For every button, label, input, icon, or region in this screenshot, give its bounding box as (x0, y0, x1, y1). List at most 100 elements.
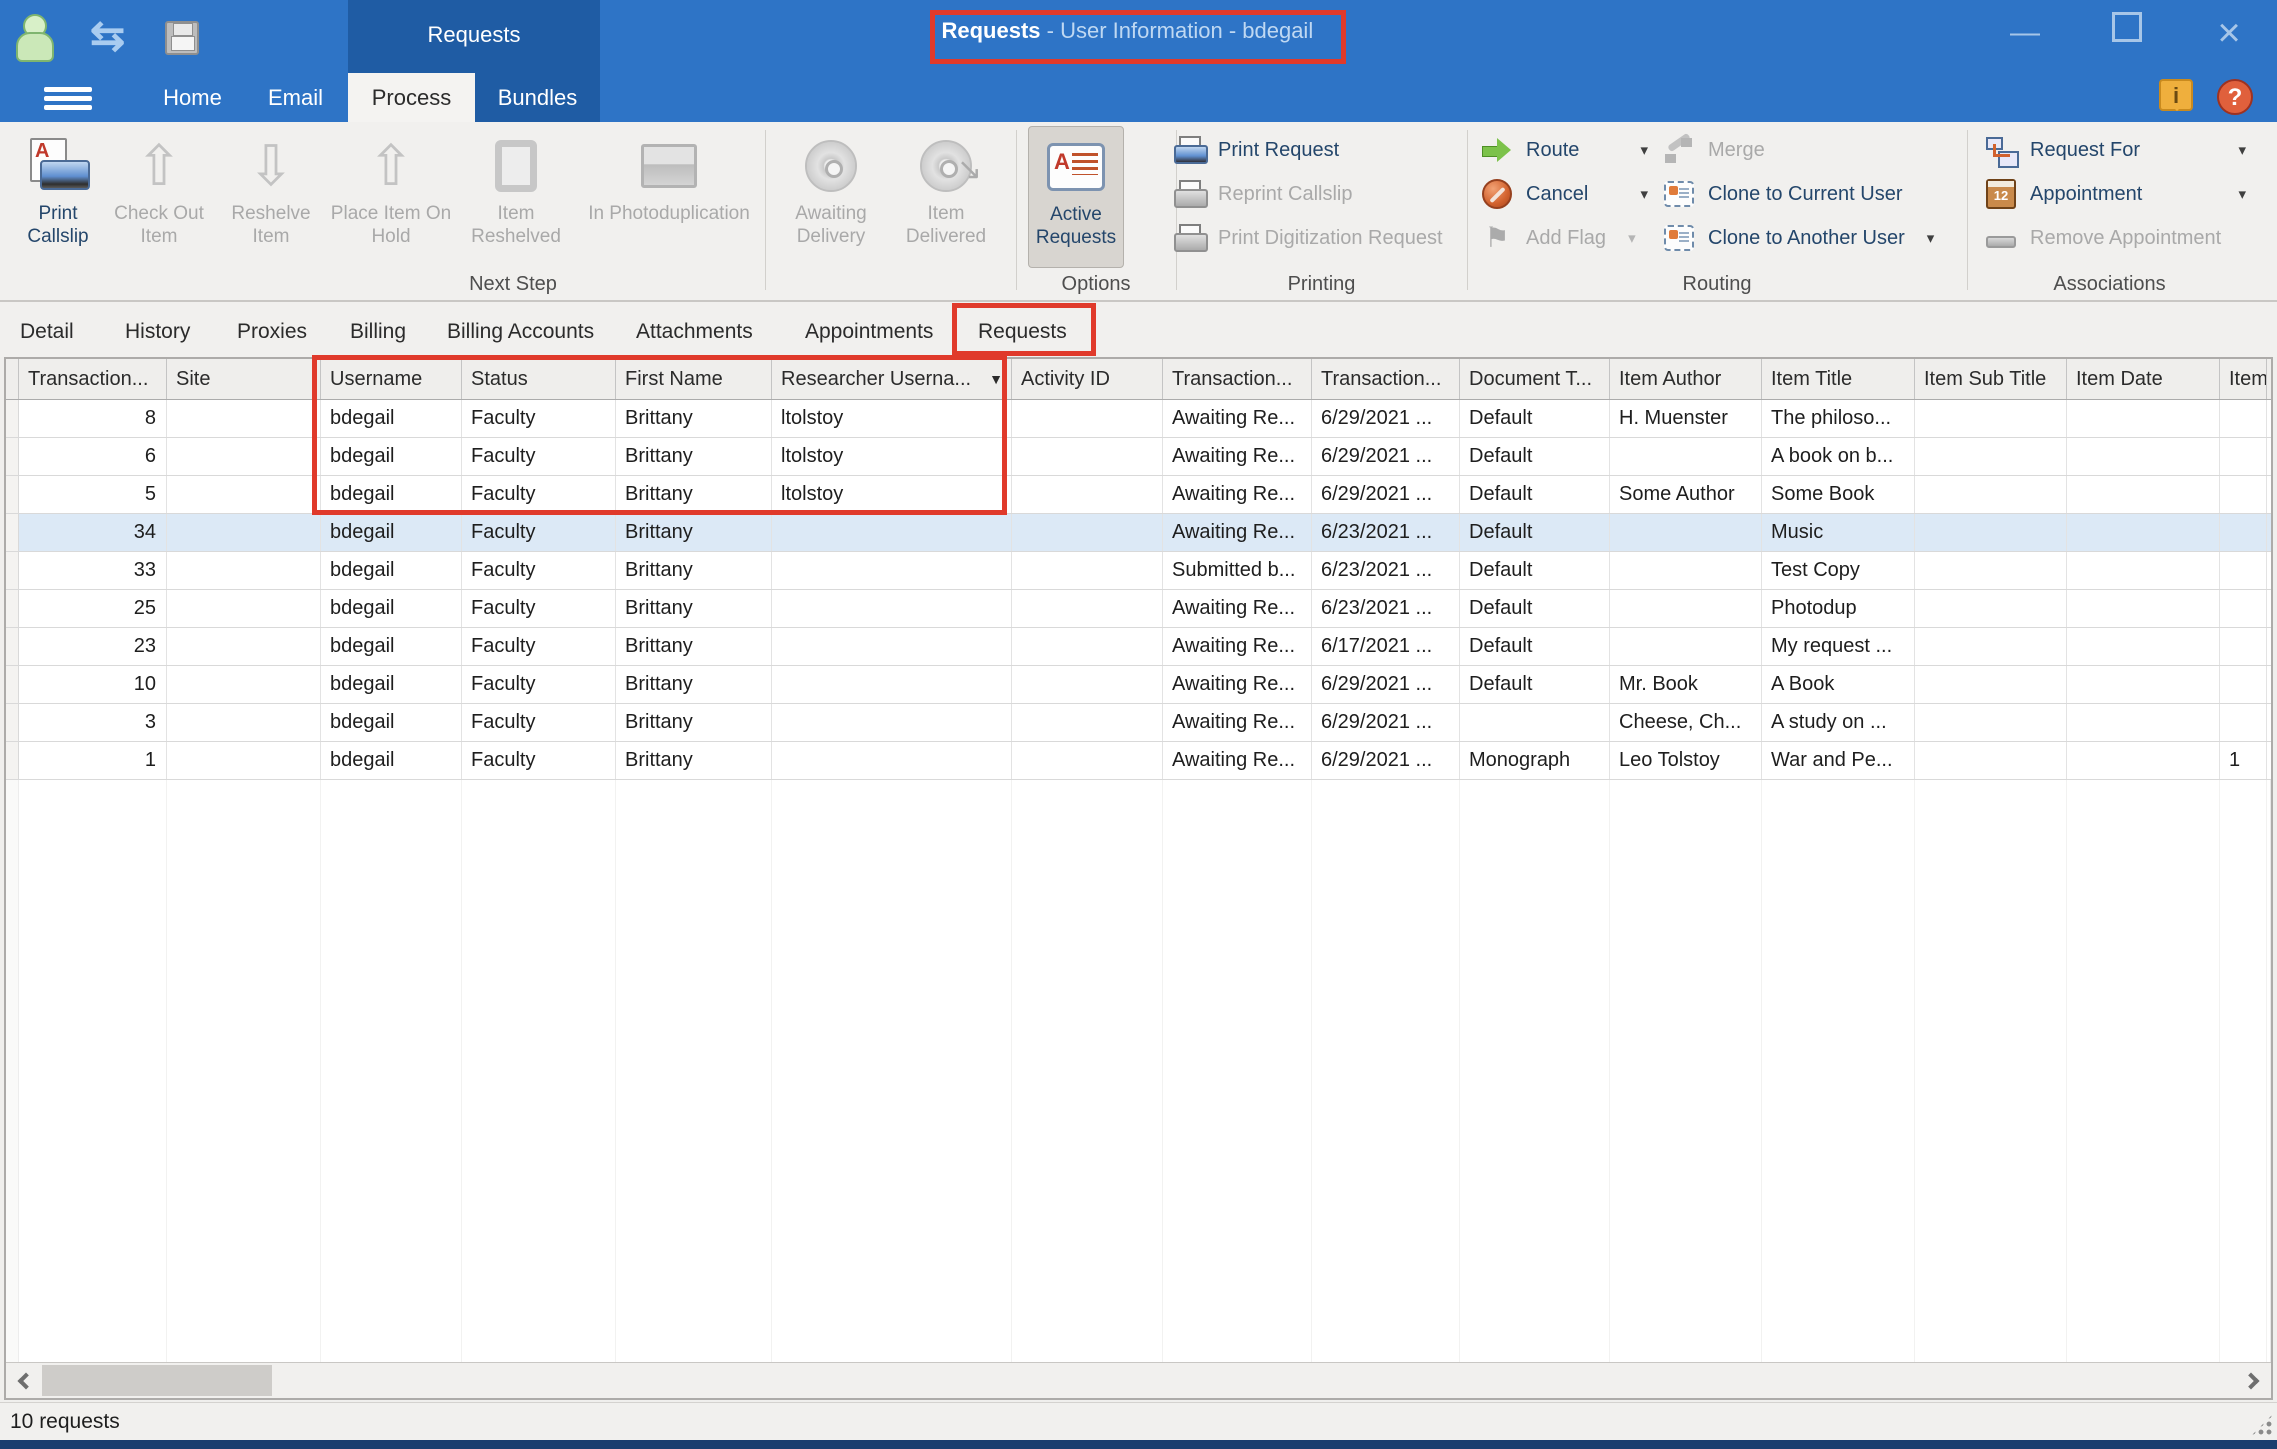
grid-column-header-document-t[interactable]: Document T... (1460, 359, 1610, 399)
grid-column-header-activity-id[interactable]: Activity ID (1012, 359, 1163, 399)
table-cell: 6/23/2021 ... (1312, 552, 1460, 589)
cancel-button[interactable]: Cancel▾ (1480, 172, 1648, 216)
request-for-button[interactable]: Request For▾ (1984, 128, 2246, 172)
minimize-button[interactable]: — (2005, 13, 2045, 53)
horizontal-scrollbar[interactable] (6, 1362, 2271, 1398)
ribbon-tab-bundles[interactable]: Bundles (475, 73, 600, 122)
detail-tab-billing-accounts[interactable]: Billing Accounts (447, 310, 594, 354)
grid-empty-column (321, 780, 462, 1362)
grid-column-header-first-name[interactable]: First Name (616, 359, 772, 399)
table-row[interactable]: 6bdegailFacultyBrittanyltolstoyAwaiting … (6, 438, 2271, 476)
table-cell (1012, 590, 1163, 627)
table-row[interactable]: 5bdegailFacultyBrittanyltolstoyAwaiting … (6, 476, 2271, 514)
window-title-rest: - User Information - bdegail (1041, 18, 1314, 43)
detail-tab-billing[interactable]: Billing (350, 310, 406, 354)
table-cell: Brittany (616, 552, 772, 589)
table-cell: Monograph (1460, 742, 1610, 779)
ribbon-tab-row: HomeEmailProcessBundles i ? (0, 73, 2277, 122)
clone-to-current-user-button[interactable]: Clone to Current User (1662, 172, 1952, 216)
table-cell: Awaiting Re... (1163, 704, 1312, 741)
grid-empty-column (1762, 780, 1915, 1362)
table-row[interactable]: 8bdegailFacultyBrittanyltolstoyAwaiting … (6, 400, 2271, 438)
ribbon-tab-home[interactable]: Home (145, 73, 240, 122)
detail-tab-appointments[interactable]: Appointments (805, 310, 933, 354)
ribbon-group-caption-printing: Printing (1176, 270, 1467, 298)
grid-column-header-username[interactable]: Username (321, 359, 462, 399)
print-callslip-button[interactable]: Print Callslip (12, 126, 104, 268)
detail-tab-requests[interactable]: Requests (978, 310, 1067, 354)
grid-empty-column (462, 780, 616, 1362)
table-cell: Photodup (1762, 590, 1915, 627)
maximize-button[interactable] (2107, 12, 2147, 53)
grid-column-header-item[interactable]: Item (2220, 359, 2267, 399)
table-cell (1012, 552, 1163, 589)
detail-tab-attachments[interactable]: Attachments (636, 310, 753, 354)
table-cell: My request ... (1762, 628, 1915, 665)
scroll-left-icon[interactable] (6, 1363, 40, 1398)
scrollbar-thumb[interactable] (42, 1365, 272, 1396)
grid-column-header-item-sub-title[interactable]: Item Sub Title (1915, 359, 2067, 399)
ribbon-tab-email[interactable]: Email (248, 73, 343, 122)
grid-column-header-status[interactable]: Status (462, 359, 616, 399)
reprint-callslip-button: Reprint Callslip (1172, 172, 1458, 216)
table-cell: Faculty (462, 742, 616, 779)
dropdown-arrow-icon: ▾ (1618, 229, 1636, 247)
sync-icon[interactable]: ⇆ (90, 14, 125, 58)
table-cell: Test Copy (1762, 552, 1915, 589)
table-row[interactable]: 25bdegailFacultyBrittanyAwaiting Re...6/… (6, 590, 2271, 628)
detail-tab-bar: Detail History Proxies Billing Billing Accou… (0, 302, 2277, 357)
table-cell: Faculty (462, 628, 616, 665)
table-cell: Faculty (462, 666, 616, 703)
close-button[interactable]: × (2209, 13, 2249, 53)
table-cell: bdegail (321, 666, 462, 703)
print-request-button[interactable]: Print Request (1172, 128, 1458, 172)
scroll-right-icon[interactable] (2237, 1363, 2271, 1398)
table-row[interactable]: 33bdegailFacultyBrittanySubmitted b...6/… (6, 552, 2271, 590)
dropdown-arrow-icon[interactable]: ▾ (1630, 141, 1648, 159)
table-cell: Awaiting Re... (1163, 628, 1312, 665)
table-row[interactable]: 1bdegailFacultyBrittanyAwaiting Re...6/2… (6, 742, 2271, 780)
route-button[interactable]: Route▾ (1480, 128, 1648, 172)
appointment-button[interactable]: Appointment▾ (1984, 172, 2246, 216)
dropdown-arrow-icon[interactable]: ▾ (1630, 185, 1648, 203)
table-cell: A study on ... (1762, 704, 1915, 741)
table-cell: 10 (19, 666, 167, 703)
ribbon-tab-process[interactable]: Process (348, 73, 475, 122)
user-info-badge-icon[interactable]: i (2159, 79, 2193, 111)
active-requests-button[interactable]: Active Requests (1028, 126, 1124, 268)
grid-column-header-site[interactable]: Site (167, 359, 321, 399)
detail-tab-proxies[interactable]: Proxies (237, 310, 307, 354)
table-cell: 33 (19, 552, 167, 589)
table-row[interactable]: 10bdegailFacultyBrittanyAwaiting Re...6/… (6, 666, 2271, 704)
grid-column-header-item-date[interactable]: Item Date (2067, 359, 2220, 399)
menu-icon[interactable] (44, 83, 92, 113)
window-title-main: Requests (941, 18, 1040, 43)
grid-column-header-transaction[interactable]: Transaction... (19, 359, 167, 399)
table-row[interactable]: 34bdegailFacultyBrittanyAwaiting Re...6/… (6, 514, 2271, 552)
table-row[interactable]: 23bdegailFacultyBrittanyAwaiting Re...6/… (6, 628, 2271, 666)
dropdown-arrow-icon[interactable]: ▾ (2228, 141, 2246, 159)
detail-tab-detail[interactable]: Detail (20, 310, 74, 354)
grid-column-header-researcher-userna[interactable]: Researcher Userna...▼ (772, 359, 1012, 399)
grid-column-header-transaction[interactable]: Transaction... (1312, 359, 1460, 399)
grid-column-header-item-title[interactable]: Item Title (1762, 359, 1915, 399)
sort-desc-icon[interactable]: ▼ (989, 359, 1003, 399)
detail-tab-history[interactable]: History (125, 310, 190, 354)
clone-to-another-user-button[interactable]: Clone to Another User▾ (1662, 216, 1952, 260)
save-icon[interactable] (165, 21, 199, 55)
grid-column-header-transaction[interactable]: Transaction... (1163, 359, 1312, 399)
button-label: In Photoduplication (580, 202, 758, 225)
button-label: Active Requests (1029, 203, 1123, 249)
table-row[interactable]: 3bdegailFacultyBrittanyAwaiting Re...6/2… (6, 704, 2271, 742)
help-icon[interactable]: ? (2217, 79, 2253, 115)
printer-color-sm-icon (1172, 134, 1206, 166)
route-arrow-icon (1480, 134, 1514, 166)
table-cell (1012, 514, 1163, 551)
merge-button: Merge (1662, 128, 1952, 172)
dropdown-arrow-icon[interactable]: ▾ (1917, 229, 1935, 247)
row-indicator-cell (6, 742, 19, 779)
user-icon[interactable] (16, 14, 50, 58)
resize-grip[interactable] (2251, 1414, 2273, 1436)
grid-column-header-item-author[interactable]: Item Author (1610, 359, 1762, 399)
dropdown-arrow-icon[interactable]: ▾ (2228, 185, 2246, 203)
